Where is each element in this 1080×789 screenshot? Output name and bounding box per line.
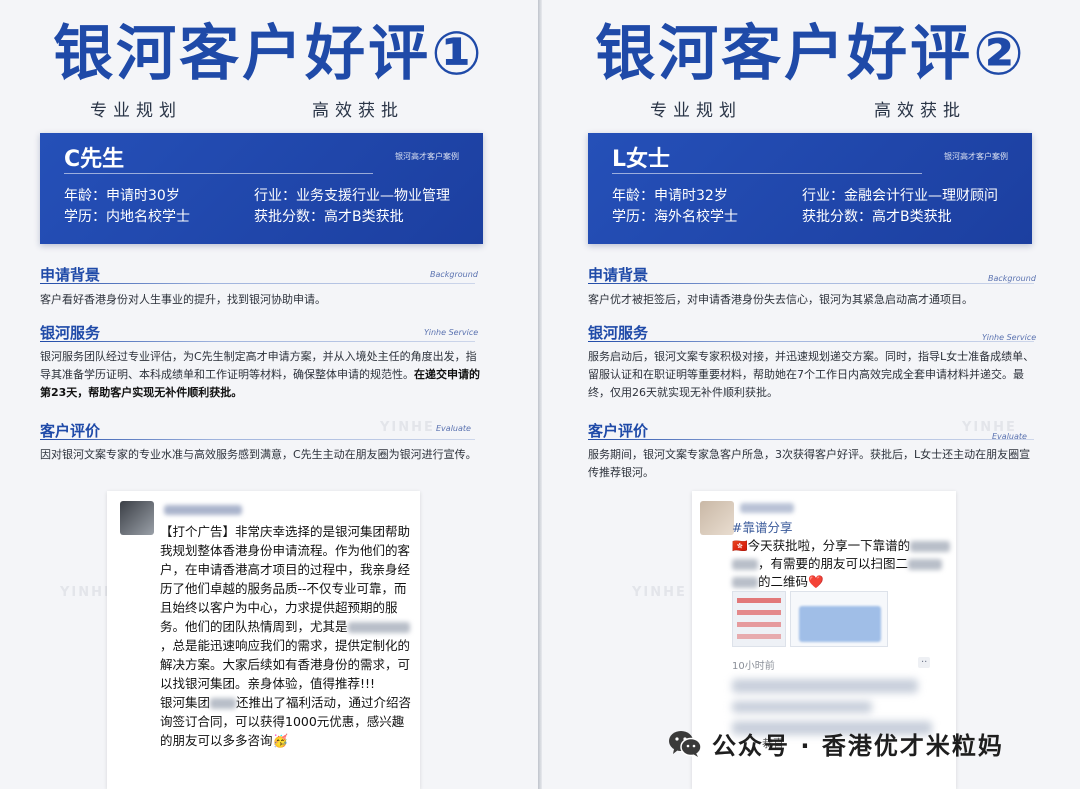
client-name: L女士 <box>612 147 671 172</box>
blurred-name <box>908 559 943 570</box>
section-divider <box>588 283 1034 284</box>
blurred-name <box>910 541 951 552</box>
section-english-label: Yinhe Service <box>424 328 479 337</box>
post-line-1: 今天获批啦，分享一下靠谱的 <box>747 538 911 553</box>
service-text-body: 银河服务团队经过专业评估，为C先生制定高才申请方案，并从入境处主任的角度出发，指… <box>40 350 477 381</box>
post-image-1[interactable] <box>732 591 786 647</box>
moments-screenshot: 【打个广告】非常庆幸选择的是银河集团帮助我规划整体香港身份申请流程。作为他们的客… <box>107 491 420 789</box>
section-heading-background: 申请背景 <box>588 266 649 284</box>
avatar <box>700 501 734 535</box>
image-stripe <box>737 610 781 615</box>
section-english-label: Yinhe Service <box>982 333 1037 342</box>
section-heading-service: 银河服务 <box>588 324 649 342</box>
section-heading-evaluate: 客户评价 <box>40 422 101 440</box>
party-emoji-icon: 🥳 <box>272 733 289 748</box>
blurred-username <box>740 503 794 513</box>
post-timestamp: 10小时前 <box>732 661 775 672</box>
blurred-name <box>732 559 758 570</box>
section-heading-evaluate: 客户评价 <box>588 422 649 440</box>
client-score: 获批分数：高才B类获批 <box>802 209 952 225</box>
section-heading-service: 银河服务 <box>40 324 101 342</box>
evaluate-text: 因对银河文案专家的专业水准与高效服务感到满意，C先生主动在朋友圈为银河进行宣传。 <box>40 448 477 461</box>
moments-post-text: 【打个广告】非常庆幸选择的是银河集团帮助我规划整体香港身份申请流程。作为他们的客… <box>160 522 412 750</box>
client-education: 学历：海外名校学士 <box>612 209 738 225</box>
wechat-icon <box>668 729 702 759</box>
divider <box>612 173 922 174</box>
tagline-efficient: 高效获批 <box>874 101 966 121</box>
watermark: YINHE <box>380 420 435 435</box>
hk-flag-icon: 🇭🇰 <box>732 538 748 553</box>
watermark: YINHE <box>632 585 687 600</box>
account-name: 公众号 · 香港优才米粒妈 <box>712 732 1004 760</box>
post-paragraph-2-start: 银河集团 <box>160 695 211 710</box>
tagline-professional: 专业规划 <box>650 101 742 121</box>
more-options-button[interactable]: ·· <box>918 657 931 668</box>
blurred-comment <box>732 701 872 713</box>
client-score: 获批分数：高才B类获批 <box>254 209 404 225</box>
qr-code-image <box>799 606 881 642</box>
section-divider <box>588 341 1034 342</box>
client-industry: 行业：金融会计行业—理财顾问 <box>802 188 998 204</box>
evaluate-text: 服务期间，银河文案专家急客户所急，3次获得客户好评。获批后，L女士还主动在朋友圈… <box>588 448 1031 479</box>
image-stripe <box>737 598 781 603</box>
section-english-label: Evaluate <box>436 424 471 433</box>
client-age: 年龄：申请时32岁 <box>612 188 728 204</box>
blurred-comment <box>732 679 918 693</box>
tagline-efficient: 高效获批 <box>312 101 404 121</box>
wechat-official-account: 公众号 · 香港优才米粒妈 <box>668 726 1004 761</box>
heart-icon: ❤️ <box>808 574 824 589</box>
tagline-professional: 专业规划 <box>90 101 182 121</box>
post-image-2[interactable] <box>790 591 888 647</box>
client-industry: 行业：业务支援行业—物业管理 <box>254 188 450 204</box>
background-text: 客户看好香港身份对人生事业的提升，找到银河协助申请。 <box>40 293 326 306</box>
left-page: YINHE YINHE 银河客户好评① 专业规划 高效获批 C先生 银河高才客户… <box>0 0 538 789</box>
moments-post-text: #靠谱分享 🇭🇰今天获批啦，分享一下靠谱的 ，有需要的朋友可以扫图二 的二维码❤… <box>732 519 952 591</box>
page-title: 银河客户好评② <box>595 19 1027 89</box>
post-line-3: 的二维码 <box>758 574 809 589</box>
client-name: C先生 <box>64 147 125 172</box>
divider <box>64 173 373 174</box>
background-text: 客户优才被拒签后，对申请香港身份失去信心，银河为其紧急启动高才通项目。 <box>588 293 973 306</box>
page-title: 银河客户好评① <box>53 19 485 89</box>
hashtag-link[interactable]: #靠谱分享 <box>732 520 792 535</box>
post-paragraph-1-end: ，总是能迅速响应我们的需求，提供定制化的解决方案。大家后续如有香港身份的需求，可… <box>160 638 411 691</box>
section-divider <box>588 439 1034 440</box>
right-page: YINHE YINHE 银河客户好评② 专业规划 高效获批 L女士 银河高才客户… <box>542 0 1080 789</box>
section-english-label: Background <box>430 270 478 279</box>
section-heading-background: 申请背景 <box>40 266 101 284</box>
section-divider <box>40 439 475 440</box>
section-english-label: Background <box>988 274 1036 283</box>
avatar <box>120 501 154 535</box>
blurred-username <box>164 505 242 515</box>
client-education: 学历：内地名校学士 <box>64 209 190 225</box>
client-card: L女士 银河高才客户案例 年龄：申请时32岁 行业：金融会计行业—理财顾问 学历… <box>588 133 1032 244</box>
client-age: 年龄：申请时30岁 <box>64 188 180 204</box>
blurred-name <box>210 698 237 709</box>
image-stripe <box>737 634 781 639</box>
post-paragraph-1: 【打个广告】非常庆幸选择的是银河集团帮助我规划整体香港身份申请流程。作为他们的客… <box>160 524 411 634</box>
section-english-label: Evaluate <box>992 432 1027 441</box>
card-subtitle: 银河高才客户案例 <box>395 152 459 161</box>
blurred-name <box>732 577 758 588</box>
blurred-name <box>347 622 410 633</box>
card-subtitle: 银河高才客户案例 <box>944 152 1008 161</box>
section-divider <box>40 283 475 284</box>
service-text: 服务启动后，银河文案专家积极对接，并迅速规划递交方案。同时，指导L女士准备成绩单… <box>588 350 1035 399</box>
client-card: C先生 银河高才客户案例 年龄：申请时30岁 行业：业务支援行业—物业管理 学历… <box>40 133 483 244</box>
image-stripe <box>737 622 781 627</box>
post-line-2: ，有需要的朋友可以扫图二 <box>758 556 909 571</box>
section-divider <box>40 341 475 342</box>
service-text: 银河服务团队经过专业评估，为C先生制定高才申请方案，并从入境处主任的角度出发，指… <box>40 348 480 402</box>
